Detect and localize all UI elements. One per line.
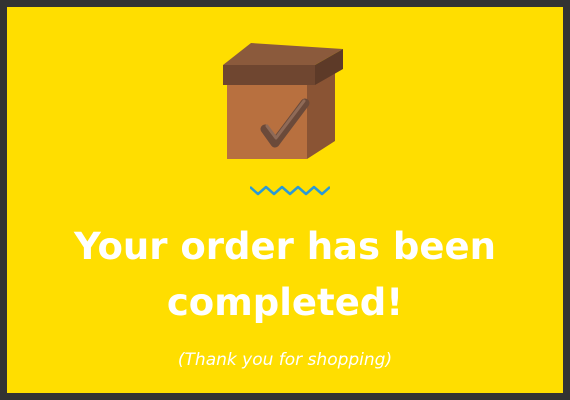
package-box-checkmark-icon	[221, 41, 347, 161]
thank-you-message: (Thank you for shopping)	[177, 350, 393, 370]
wavy-line-icon	[250, 183, 330, 197]
confirmation-headline: Your order has been completed!	[74, 225, 496, 324]
order-confirmation-card: Your order has been completed! (Thank yo…	[0, 0, 570, 400]
